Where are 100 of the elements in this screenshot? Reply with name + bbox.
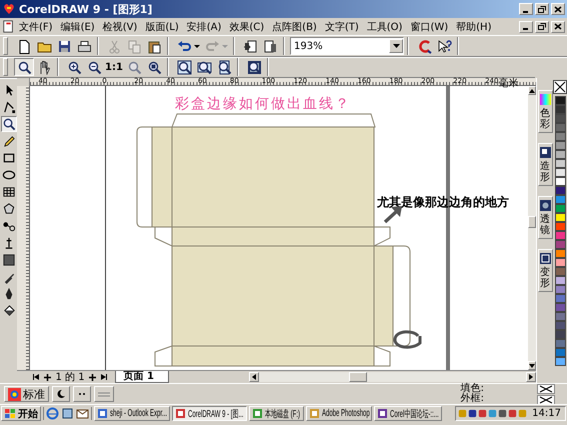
close-button[interactable]	[551, 20, 565, 32]
color-swatch[interactable]	[554, 294, 566, 303]
lines-button[interactable]	[94, 386, 114, 402]
color-swatch[interactable]	[554, 357, 566, 366]
menu-item[interactable]: 文件(F)	[15, 20, 57, 34]
color-swatch[interactable]	[554, 222, 566, 231]
windows-logo-icon	[4, 408, 16, 419]
color-swatch[interactable]	[554, 285, 566, 294]
menu-item[interactable]: 窗口(W)	[406, 20, 452, 34]
docker-icon	[538, 199, 552, 212]
menu-item[interactable]: 帮助(H)	[452, 20, 496, 34]
color-swatch[interactable]	[554, 159, 566, 168]
color-swatch[interactable]	[554, 321, 566, 330]
menu-item[interactable]: 安排(A)	[182, 20, 226, 34]
zoom-tool[interactable]	[0, 116, 17, 132]
color-swatch[interactable]	[554, 96, 566, 105]
document-icon[interactable]	[2, 20, 15, 33]
tray-icon[interactable]	[478, 408, 488, 419]
no-color-swatch[interactable]	[553, 80, 567, 94]
minimize-button[interactable]	[519, 3, 533, 15]
moon-button[interactable]	[52, 386, 70, 402]
color-swatch[interactable]	[554, 195, 566, 204]
color-swatch[interactable]	[554, 330, 566, 339]
restore-button[interactable]	[535, 3, 549, 15]
taskbar-button[interactable]: sheji - Outlook Expr...	[94, 406, 170, 421]
drawing-canvas[interactable]: 彩盒边缘如何做出血线？ 尤其是像那边边角的地方	[30, 86, 528, 370]
dots-button[interactable]	[73, 386, 91, 402]
zoom-level-dropdown[interactable]: 193%	[290, 37, 404, 55]
menu-item[interactable]: 检视(V)	[98, 20, 142, 34]
color-swatch[interactable]	[554, 150, 566, 159]
rectangle-icon	[2, 151, 16, 165]
color-swatch[interactable]	[554, 132, 566, 141]
restore-button[interactable]	[535, 20, 549, 32]
app-icon	[308, 408, 320, 419]
taskbar-button[interactable]: 本地磁盘 (F:)	[249, 406, 304, 421]
color-swatch[interactable]	[554, 105, 566, 114]
menu-item[interactable]: 效果(C)	[225, 20, 268, 34]
right-arrow-icon	[528, 374, 534, 380]
add-page-button[interactable]	[88, 372, 97, 382]
color-swatch[interactable]	[554, 231, 566, 240]
color-swatch[interactable]	[554, 312, 566, 321]
color-swatch[interactable]	[554, 267, 566, 276]
caret-icon[interactable]	[194, 44, 200, 48]
color-swatch[interactable]	[554, 114, 566, 123]
first-page-button[interactable]	[31, 372, 40, 382]
menu-item[interactable]: 编辑(E)	[56, 20, 99, 34]
close-button[interactable]	[551, 3, 565, 15]
color-swatch[interactable]	[554, 339, 566, 348]
tray-icon[interactable]	[498, 408, 508, 419]
scissors-icon	[106, 38, 122, 54]
color-swatch[interactable]	[554, 240, 566, 249]
app-icon	[97, 408, 108, 419]
color-swatch[interactable]	[554, 348, 566, 357]
color-swatch[interactable]	[554, 204, 566, 213]
color-swatch[interactable]	[554, 249, 566, 258]
outline-label: 外框:	[460, 394, 484, 404]
docker-tab[interactable]: 透镜	[538, 196, 553, 239]
color-swatch[interactable]	[554, 303, 566, 312]
taskbar-button[interactable]: Corel中国论坛-::...	[374, 406, 442, 421]
dropdown-button[interactable]	[389, 39, 403, 53]
color-swatch[interactable]	[554, 213, 566, 222]
tray-icon[interactable]	[508, 408, 518, 419]
left-arrow-icon	[251, 374, 258, 380]
mail-icon[interactable]	[76, 407, 89, 420]
taskbar-button[interactable]: Adobe Photoshop	[306, 406, 372, 421]
zoom-selected-icon	[126, 60, 142, 74]
docker-tab[interactable]: 色彩	[538, 90, 553, 133]
menu-item[interactable]: 版面(L)	[141, 20, 183, 34]
scroll-left-button[interactable]	[249, 372, 260, 382]
zoom-button[interactable]	[14, 58, 34, 76]
color-swatch[interactable]	[554, 276, 566, 285]
last-page-button[interactable]	[100, 372, 109, 382]
color-swatch[interactable]	[554, 258, 566, 267]
add-page-button[interactable]	[43, 372, 52, 382]
scroll-thumb[interactable]	[349, 372, 368, 382]
color-swatch[interactable]	[554, 123, 566, 132]
start-button[interactable]: 开始	[1, 406, 41, 421]
fill-label: 填色:	[460, 384, 484, 394]
color-swatch[interactable]	[554, 168, 566, 177]
color-swatch[interactable]	[554, 141, 566, 150]
minimize-button[interactable]	[519, 20, 533, 32]
menu-item[interactable]: 工具(O)	[362, 20, 406, 34]
fill-square-tool[interactable]	[0, 252, 17, 268]
page-count: 1 的 1	[55, 371, 85, 384]
tray-icon[interactable]	[468, 408, 478, 419]
last-page-icon	[101, 374, 108, 380]
docker-tab[interactable]: 造形	[538, 143, 553, 186]
style-button[interactable]: 标准	[4, 386, 49, 402]
actual-size-button[interactable]: 1:1	[104, 58, 124, 76]
browser-icon[interactable]	[46, 407, 59, 420]
desktop-icon[interactable]	[61, 407, 74, 420]
taskbar-button[interactable]: CorelDRAW 9 - [图...	[172, 406, 248, 421]
page-tab[interactable]: 页面 1	[114, 371, 170, 383]
up-arrow-icon	[528, 88, 535, 94]
color-swatch[interactable]	[554, 177, 566, 186]
menu-item[interactable]: 文字(T)	[320, 20, 363, 34]
docker-tab[interactable]: 变形	[538, 249, 553, 292]
menu-item[interactable]: 点阵图(B)	[268, 20, 321, 34]
color-swatch[interactable]	[554, 186, 566, 195]
scroll-right-button[interactable]	[526, 372, 536, 382]
